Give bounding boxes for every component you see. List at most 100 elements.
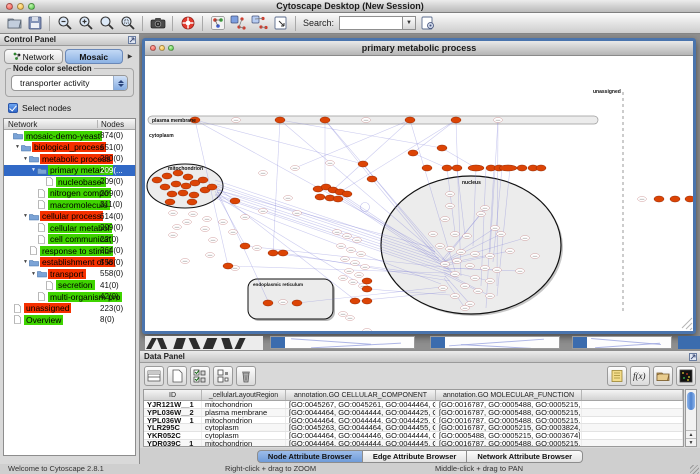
table-row[interactable]: YDR039C__1mitochondrion[GO:0044464, GO:0… bbox=[144, 440, 683, 447]
background-window[interactable] bbox=[572, 336, 672, 349]
delete-attribute-icon[interactable] bbox=[236, 366, 256, 386]
float-panel-icon[interactable] bbox=[689, 353, 697, 361]
network-node[interactable] bbox=[367, 176, 377, 182]
table-row[interactable]: YPL036W__1mitochondrion[GO:0044464, GO:0… bbox=[144, 417, 683, 425]
tree-row[interactable]: ▼nitrogen compo209(0) bbox=[4, 188, 135, 200]
network-node[interactable] bbox=[362, 298, 372, 304]
network-node[interactable] bbox=[468, 165, 484, 171]
search-advanced-icon[interactable] bbox=[418, 14, 437, 32]
network-node[interactable] bbox=[320, 117, 330, 123]
network-node[interactable] bbox=[358, 161, 368, 167]
network-node[interactable] bbox=[333, 196, 343, 202]
save-icon[interactable] bbox=[25, 14, 44, 32]
node-id-cell[interactable]: YDR039C__1 bbox=[144, 440, 202, 447]
tab-edge-attribute-browser[interactable]: Edge Attribute Browser bbox=[363, 450, 467, 463]
network-node[interactable] bbox=[223, 263, 233, 269]
node-id-cell[interactable]: YPL036W__1 bbox=[144, 417, 202, 424]
attribute-cell[interactable]: [GO:0016787, GO:0005488, GO:0005215, G..… bbox=[436, 401, 582, 408]
attribute-cell[interactable]: [GO:0044464, GO:0044444, GO:0044425, G..… bbox=[286, 417, 436, 424]
tree-column-nodes[interactable]: Nodes bbox=[101, 119, 124, 130]
expander-icon[interactable]: ▼ bbox=[22, 259, 29, 265]
open-icon[interactable] bbox=[4, 14, 23, 32]
network-node[interactable] bbox=[536, 165, 546, 171]
expander-icon[interactable]: ▼ bbox=[14, 144, 21, 150]
node-id-cell[interactable]: YKR052C bbox=[144, 432, 202, 439]
attribute-cell[interactable]: mitochondrion bbox=[202, 401, 286, 408]
column-header[interactable]: _cellularLayoutRegion bbox=[202, 390, 286, 400]
tree-row[interactable]: ▼unassigned223(0) bbox=[4, 303, 135, 315]
snapshot-icon[interactable] bbox=[148, 14, 167, 32]
network-node[interactable] bbox=[178, 190, 188, 196]
node-id-cell[interactable]: YLR295C bbox=[144, 424, 202, 431]
layout-b-icon[interactable] bbox=[250, 14, 269, 32]
tree-row[interactable]: ▼cell communicat22(0) bbox=[4, 234, 135, 246]
attribute-cell[interactable]: cytoplasm bbox=[202, 424, 286, 431]
network-node[interactable] bbox=[230, 198, 240, 204]
network-node[interactable] bbox=[181, 183, 191, 189]
zoom-selected-icon[interactable] bbox=[118, 14, 137, 32]
attribute-cell[interactable]: [GO:0016787, GO:0005488, GO:0005215, G..… bbox=[436, 417, 582, 424]
attribute-cell[interactable]: mitochondrion bbox=[202, 440, 286, 447]
vizmapper-icon[interactable] bbox=[208, 14, 227, 32]
zoom-out-icon[interactable] bbox=[55, 14, 74, 32]
attribute-table-icon[interactable] bbox=[144, 366, 164, 386]
network-node[interactable] bbox=[670, 196, 680, 202]
network-node[interactable] bbox=[362, 278, 372, 284]
table-scrollbar[interactable]: ▲ ▼ bbox=[685, 389, 697, 447]
search-dropdown-icon[interactable]: ▼ bbox=[403, 16, 416, 30]
attribute-cell[interactable] bbox=[582, 424, 683, 431]
network-node[interactable] bbox=[275, 117, 285, 123]
network-node[interactable] bbox=[363, 329, 372, 332]
attribute-cell[interactable]: [GO:0016787, GO:0005215, GO:0003824, G..… bbox=[436, 424, 582, 431]
network-node[interactable] bbox=[183, 174, 193, 180]
unselect-attributes-icon[interactable] bbox=[213, 366, 233, 386]
attribute-cell[interactable]: [GO:0045267, GO:0045261, GO:0044464, G..… bbox=[286, 401, 436, 408]
attribute-cell[interactable] bbox=[582, 440, 683, 447]
network-node[interactable] bbox=[408, 150, 418, 156]
network-view-window[interactable]: primary metabolic process plasma membran… bbox=[142, 38, 696, 334]
network-node[interactable] bbox=[160, 184, 170, 190]
tree-row[interactable]: ▼secretion41(0) bbox=[4, 280, 135, 292]
network-node[interactable] bbox=[187, 199, 197, 205]
tree-row[interactable]: ▼mosaic-demo-yeast874(0) bbox=[4, 130, 135, 142]
layout-a-icon[interactable] bbox=[229, 14, 248, 32]
tree-row[interactable]: ▼macromolecule311(0) bbox=[4, 199, 135, 211]
network-node[interactable] bbox=[350, 298, 360, 304]
network-node[interactable] bbox=[342, 191, 352, 197]
attribute-cell[interactable]: [GO:0044464, GO:0044446, GO:0044444, G..… bbox=[286, 432, 436, 439]
tab-network[interactable]: Network bbox=[4, 49, 63, 64]
canvas-resize-grip[interactable] bbox=[682, 318, 692, 330]
expander-icon[interactable]: ▼ bbox=[30, 271, 37, 277]
network-node[interactable] bbox=[422, 165, 432, 171]
tree-row[interactable]: ▼primary metabol209(... bbox=[4, 165, 135, 177]
network-node[interactable] bbox=[452, 165, 462, 171]
network-node[interactable] bbox=[315, 194, 325, 200]
tab-mosaic[interactable]: Mosaic bbox=[65, 49, 124, 64]
resize-grip[interactable] bbox=[690, 465, 699, 474]
expander-icon[interactable]: ▼ bbox=[22, 213, 29, 219]
table-row[interactable]: YKR052Ccytoplasm[GO:0044464, GO:0044446,… bbox=[144, 432, 683, 440]
select-nodes-checkbox[interactable] bbox=[8, 103, 18, 113]
attribute-cell[interactable]: [GO:0016787, GO:0005488, GO:0005215, G..… bbox=[436, 409, 582, 416]
attribute-cell[interactable] bbox=[582, 417, 683, 424]
network-canvas[interactable]: plasma membranecytoplasmmitochondrionnuc… bbox=[145, 56, 693, 331]
new-attribute-icon[interactable] bbox=[167, 366, 187, 386]
attribute-cell[interactable]: [GO:0016787, GO:0005488, GO:0005215, G..… bbox=[436, 440, 582, 447]
attribute-cell[interactable] bbox=[582, 432, 683, 439]
network-node[interactable] bbox=[189, 192, 199, 198]
scrollbar-thumb[interactable] bbox=[687, 392, 695, 410]
network-node[interactable] bbox=[442, 165, 452, 171]
network-node[interactable] bbox=[278, 250, 288, 256]
network-node[interactable] bbox=[268, 250, 278, 256]
tree-column-network[interactable]: Network bbox=[8, 119, 37, 130]
network-node[interactable] bbox=[167, 191, 177, 197]
network-node[interactable] bbox=[405, 117, 415, 123]
network-node[interactable] bbox=[517, 165, 527, 171]
network-node[interactable] bbox=[152, 177, 162, 183]
attribute-cell[interactable]: plasma membrane bbox=[202, 409, 286, 416]
node-id-cell[interactable]: YJR121W__1 bbox=[144, 401, 202, 408]
network-node[interactable] bbox=[207, 184, 217, 190]
search-input[interactable] bbox=[339, 16, 403, 30]
tree-row[interactable]: ▼cellular process614(0) bbox=[4, 211, 135, 223]
table-row[interactable]: YPL036W__2plasma membrane[GO:0044464, GO… bbox=[144, 409, 683, 417]
